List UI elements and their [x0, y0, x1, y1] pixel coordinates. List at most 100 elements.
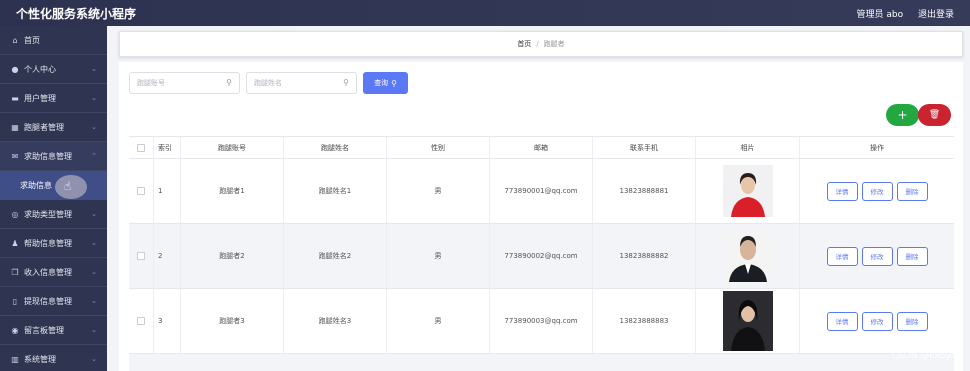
- cell-index: 1: [154, 159, 181, 223]
- sidebar-item-label: 求助类型管理: [24, 209, 72, 219]
- col-header-name: 跑腿姓名: [284, 137, 387, 158]
- submenu-item-help-info[interactable]: 求助信息 ☝: [0, 171, 107, 200]
- runner-photo: [722, 165, 773, 217]
- chevron-down-icon: ⌄: [91, 123, 97, 131]
- search-icon: ⚲: [226, 78, 232, 87]
- sidebar-item-withdraw[interactable]: ▯ 提现信息管理 ⌄: [0, 287, 107, 316]
- detail-button[interactable]: 详情: [826, 181, 858, 201]
- chart-icon: ▥: [11, 354, 19, 364]
- col-header-ops: 操作: [870, 143, 884, 152]
- breadcrumb-current: 跑腿者: [543, 40, 565, 48]
- name-search-input[interactable]: 跑腿姓名 ⚲: [246, 72, 357, 94]
- sidebar-item-label: 首页: [24, 35, 40, 45]
- search-button[interactable]: 查询 ⚲: [363, 72, 408, 94]
- cell-name: 跑腿姓名2: [284, 224, 387, 288]
- edit-button[interactable]: 修改: [861, 311, 893, 331]
- compass-icon: ◎: [11, 209, 19, 219]
- sidebar-item-assist-info[interactable]: ♟ 帮助信息管理 ⌄: [0, 229, 107, 258]
- sidebar-item-label: 提现信息管理: [24, 296, 72, 306]
- top-bar: 个性化服务系统小程序 管理员 abo 退出登录: [0, 0, 970, 26]
- col-header-account: 跑腿账号: [181, 137, 284, 158]
- sidebar-item-help-type[interactable]: ◎ 求助类型管理 ⌄: [0, 200, 107, 229]
- sidebar-item-help-info[interactable]: ✉ 求助信息管理 ⌃: [0, 142, 107, 171]
- row-checkbox[interactable]: [137, 252, 145, 260]
- detail-button[interactable]: 详情: [826, 311, 858, 331]
- sidebar-item-label: 跑腿者管理: [24, 122, 64, 132]
- cell-ops: 详情 修改 删除: [800, 159, 954, 223]
- sidebar-item-system[interactable]: ▥ 系统管理 ⌄: [0, 345, 107, 371]
- home-icon: ⌂: [12, 35, 18, 45]
- sidebar-item-label: 系统管理: [24, 354, 56, 364]
- row-checkbox[interactable]: [137, 187, 145, 195]
- cell-email: 773890003@qq.com: [490, 289, 593, 353]
- cell-email: 773890002@qq.com: [490, 224, 593, 288]
- row-checkbox[interactable]: [137, 317, 145, 325]
- chevron-down-icon: ⌄: [91, 94, 97, 102]
- sidebar-item-label: 留言板管理: [24, 325, 64, 335]
- edit-button[interactable]: 修改: [861, 246, 893, 266]
- cell-name: 跑腿姓名1: [284, 159, 387, 223]
- phone-icon: ▯: [12, 296, 18, 306]
- sidebar-item-users[interactable]: ▬ 用户管理 ⌄: [0, 84, 107, 113]
- sidebar-item-label: 个人中心: [24, 64, 56, 74]
- cell-account: 跑腿者2: [181, 224, 284, 288]
- table-row: 1 跑腿者1 跑腿姓名1 男 773890001@qq.com 13823888…: [129, 159, 954, 224]
- breadcrumb: 首页 / 跑腿者: [119, 31, 963, 57]
- search-button-label: 查询: [374, 79, 389, 87]
- app-title: 个性化服务系统小程序: [16, 7, 137, 21]
- table-row: 3 跑腿者3 跑腿姓名3 男 773890003@qq.com 13823888…: [129, 289, 954, 354]
- cell-account: 跑腿者3: [181, 289, 284, 353]
- cell-phone: 13823888882: [593, 224, 696, 288]
- cell-email: 773890001@qq.com: [490, 159, 593, 223]
- delete-button[interactable]: 删除: [896, 311, 928, 331]
- row-checkbox-cell: [129, 289, 154, 353]
- admin-label: 管理员 abo: [856, 10, 904, 20]
- hand-cursor-icon: ☝: [64, 179, 72, 193]
- watermark: CSDN @kxbysj: [891, 351, 958, 361]
- col-header-index: 索引: [154, 137, 181, 158]
- batch-delete-button[interactable]: 🗑: [918, 104, 951, 126]
- col-header-phone: 联系手机: [593, 137, 696, 158]
- sidebar-item-label: 收入信息管理: [24, 267, 72, 277]
- cell-phone: 13823888881: [593, 159, 696, 223]
- cell-index: 2: [154, 224, 181, 288]
- chevron-down-icon: ⌄: [91, 297, 97, 305]
- trash-icon: 🗑: [928, 110, 941, 120]
- sidebar-item-runners[interactable]: ▦ 跑腿者管理 ⌄: [0, 113, 107, 142]
- sidebar-item-messages[interactable]: ◉ 留言板管理 ⌄: [0, 316, 107, 345]
- delete-button[interactable]: 删除: [896, 246, 928, 266]
- cell-account: 跑腿者1: [181, 159, 284, 223]
- location-icon: ◉: [11, 325, 19, 335]
- cell-photo: [696, 224, 800, 288]
- chevron-down-icon: ⌄: [91, 239, 97, 247]
- sidebar-item-home[interactable]: ⌂ 首页: [0, 26, 107, 55]
- sidebar-item-profile[interactable]: ● 个人中心 ⌄: [0, 55, 107, 84]
- account-search-input[interactable]: 跑腿账号 ⚲: [129, 72, 240, 94]
- add-button[interactable]: +: [886, 104, 919, 126]
- breadcrumb-home[interactable]: 首页: [517, 39, 531, 49]
- runner-photo: [722, 291, 773, 351]
- sidebar-item-label: 帮助信息管理: [24, 238, 72, 248]
- detail-button[interactable]: 详情: [826, 246, 858, 266]
- cell-index: 3: [154, 289, 181, 353]
- delete-button[interactable]: 删除: [896, 181, 928, 201]
- col-header-email: 邮箱: [490, 137, 593, 158]
- plus-icon: +: [897, 108, 908, 122]
- sidebar-item-income[interactable]: ❐ 收入信息管理 ⌄: [0, 258, 107, 287]
- mail-icon: ✉: [11, 151, 19, 161]
- table-row: 2 跑腿者2 跑腿姓名2 男 773890002@qq.com 13823888…: [129, 224, 954, 289]
- chevron-down-icon: ⌄: [91, 210, 97, 218]
- sidebar: ⌂ 首页 ● 个人中心 ⌄ ▬ 用户管理 ⌄ ▦ 跑腿者管理 ⌄ ✉ 求助信息管…: [0, 26, 107, 371]
- grid-icon: ▦: [11, 122, 19, 132]
- select-all-checkbox[interactable]: [137, 143, 145, 152]
- logout-link[interactable]: 退出登录: [918, 10, 954, 20]
- edit-button[interactable]: 修改: [861, 181, 893, 201]
- name-search-placeholder: 跑腿姓名: [254, 79, 282, 87]
- chevron-down-icon: ⌄: [91, 65, 97, 73]
- search-icon: ⚲: [391, 78, 397, 88]
- chevron-down-icon: ⌄: [91, 268, 97, 276]
- col-header-gender: 性别: [387, 137, 490, 158]
- row-checkbox-cell: [129, 224, 154, 288]
- row-checkbox-cell: [129, 159, 154, 223]
- cell-gender: 男: [387, 289, 490, 353]
